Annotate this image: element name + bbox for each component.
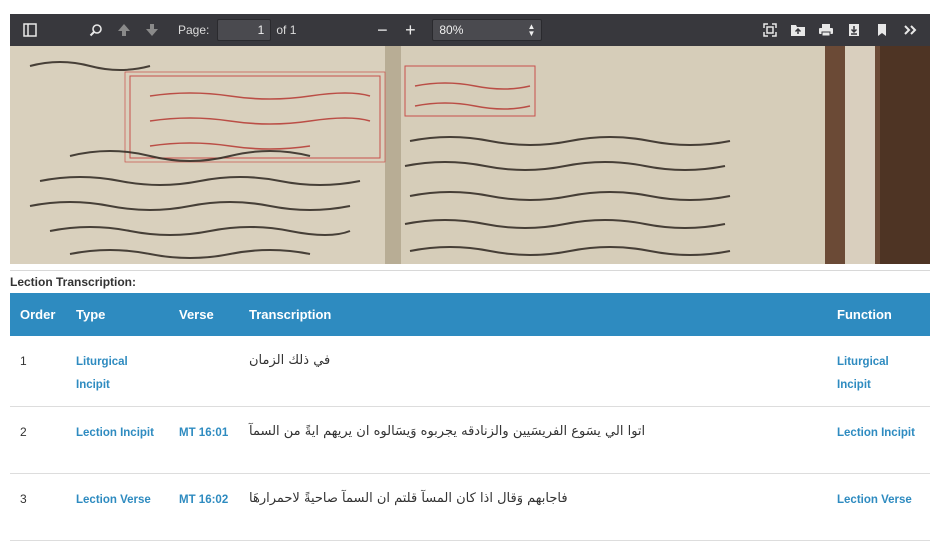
cell-type-link[interactable]: Liturgical Incipit xyxy=(76,356,128,391)
print-icon[interactable] xyxy=(812,18,840,42)
section-title: Lection Transcription: xyxy=(10,275,137,289)
zoom-in-button[interactable]: + xyxy=(396,18,424,42)
viewer-toolbar: Page: of 1 − + 80% ▲▼ xyxy=(10,14,930,46)
cell-type-link[interactable]: Lection Incipit xyxy=(76,427,154,439)
bookmark-icon[interactable] xyxy=(868,18,896,42)
header-function: Function xyxy=(837,307,892,322)
previous-page-icon[interactable] xyxy=(110,18,138,42)
cell-function-link[interactable]: Lection Incipit xyxy=(837,427,915,439)
cell-verse-link[interactable]: MT 16:01 xyxy=(179,427,228,439)
header-type: Type xyxy=(76,307,106,322)
header-transcription: Transcription xyxy=(249,307,332,322)
cell-order: 2 xyxy=(20,425,27,439)
table-row: 2 Lection Incipit MT 16:01 اتوا الي يسَو… xyxy=(10,407,930,474)
header-verse: Verse xyxy=(179,307,214,322)
page-count: of 1 xyxy=(276,23,297,37)
open-file-icon[interactable] xyxy=(784,18,812,42)
cell-order: 1 xyxy=(20,354,27,368)
next-page-icon[interactable] xyxy=(138,18,166,42)
cell-function-link[interactable]: Lection Verse xyxy=(837,494,912,506)
cell-transcription: فاجابهم وَقال اذا كان المسآ قلتم ان السم… xyxy=(249,491,568,506)
manuscript-page-image xyxy=(10,46,930,264)
sidebar-toggle-icon[interactable] xyxy=(16,18,44,42)
lection-table: Order Type Verse Transcription Function … xyxy=(10,293,930,541)
download-icon[interactable] xyxy=(840,18,868,42)
cell-type-link[interactable]: Lection Verse xyxy=(76,494,151,506)
select-arrows-icon: ▲ ▼ xyxy=(527,22,536,38)
cell-function-link[interactable]: Liturgical Incipit xyxy=(837,356,889,391)
header-order: Order xyxy=(20,307,56,322)
page-number-input[interactable] xyxy=(217,19,272,41)
cell-verse-link[interactable]: MT 16:02 xyxy=(179,494,228,506)
cell-transcription: اتوا الي يسَوع الفريسَيين والزنادقه يجرب… xyxy=(249,424,646,439)
cell-order: 3 xyxy=(20,492,27,506)
presentation-mode-icon[interactable] xyxy=(756,18,784,42)
page-label: Page: xyxy=(178,23,210,37)
pdf-viewer: Page: of 1 − + 80% ▲▼ xyxy=(10,14,930,264)
zoom-value: 80% xyxy=(439,23,464,37)
table-row: 1 Liturgical Incipit في ذلك الزمان Litur… xyxy=(10,336,930,407)
table-header-row: Order Type Verse Transcription Function xyxy=(10,293,930,336)
section-divider xyxy=(10,270,930,271)
zoom-select[interactable]: 80% ▲ ▼ xyxy=(432,19,543,41)
search-icon[interactable] xyxy=(82,18,110,42)
table-row: 3 Lection Verse MT 16:02 فاجابهم وَقال ا… xyxy=(10,474,930,541)
zoom-out-button[interactable]: − xyxy=(368,18,396,42)
cell-transcription: في ذلك الزمان xyxy=(249,353,331,368)
tools-chevron-icon[interactable] xyxy=(896,18,924,42)
